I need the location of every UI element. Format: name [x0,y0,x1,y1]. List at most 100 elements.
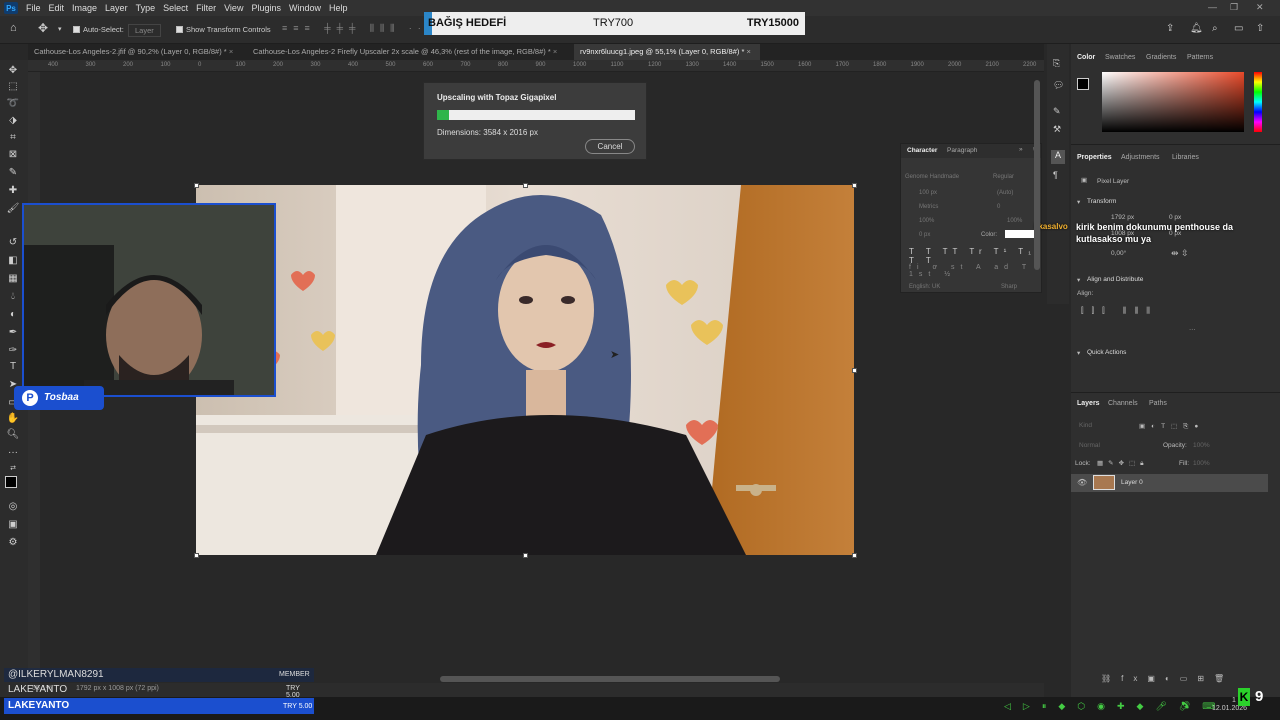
tab-document-1[interactable]: Cathouse-Los Angeles-2.jfif @ 90,2% (Lay… [28,44,246,60]
vertical-scale-field[interactable]: 100% [919,218,934,224]
tab-patterns[interactable]: Patterns [1187,54,1213,61]
visibility-eye-icon[interactable]: 👁︎ [1077,478,1087,487]
align-section[interactable]: Align and Distribute [1087,276,1143,283]
x-field[interactable]: 0 px [1169,214,1181,221]
zoom-tool-icon[interactable]: 🔍︎ [6,428,20,442]
chevron-down-icon[interactable]: ▾ [1077,276,1080,284]
layer-row[interactable]: 👁︎ Layer 0 [1071,474,1268,492]
tab-paths[interactable]: Paths [1149,400,1167,407]
comment-icon[interactable]: 💬︎ [1053,80,1064,91]
more-tools-icon[interactable]: ··· [6,446,20,460]
bell-icon[interactable]: 🔔︎ [1190,23,1203,34]
workspace-icon[interactable]: ▭ [1234,23,1243,34]
photoshop-logo-icon[interactable]: Ps [4,2,18,14]
share-upload-icon[interactable]: ⇧ [1256,23,1264,34]
dodge-tool-icon[interactable]: ◐ [6,308,20,322]
menu-select[interactable]: Select [163,3,188,13]
pen-path-icon[interactable]: ✑ [6,344,20,358]
menu-image[interactable]: Image [72,3,97,13]
home-icon[interactable]: ⌂ [10,22,17,34]
fill-field[interactable]: 100% [1193,460,1210,467]
transform-handle[interactable] [523,553,528,558]
close-icon[interactable]: × [229,47,233,56]
opacity-field[interactable]: 100% [1193,442,1210,449]
healing-brush-icon[interactable]: ✚ [6,184,20,198]
tab-adjustments[interactable]: Adjustments [1121,154,1160,161]
search-icon[interactable]: ⌕ [1212,23,1218,34]
color-foreground-swatch[interactable] [1077,78,1089,90]
lasso-tool-icon[interactable]: ➰ [6,97,20,111]
transform-section[interactable]: Transform [1087,198,1116,205]
transform-handle[interactable] [523,183,528,188]
menu-type[interactable]: Type [136,3,156,13]
antialias-field[interactable]: Sharp [1001,284,1017,290]
move-tool-icon[interactable]: ✥ [38,21,48,35]
adjust-icon[interactable]: ⚒ [1053,124,1061,135]
maximize-icon[interactable]: ❐ [1230,2,1238,13]
horizontal-scale-field[interactable]: 100% [1007,218,1022,224]
show-transform-checkbox[interactable]: Show Transform Controls [176,25,271,34]
menu-edit[interactable]: Edit [49,3,65,13]
brush-tool-icon[interactable]: 🖌︎ [6,202,20,216]
chevron-down-icon[interactable]: ▾ [58,25,62,33]
history-icon[interactable]: ⎘ [1053,58,1060,69]
character-panel-icon[interactable]: A [1051,150,1065,164]
foreground-color-swatch[interactable] [5,476,17,488]
font-family-field[interactable]: Genome Handmade [905,174,959,180]
blend-mode-dropdown[interactable]: Normal [1079,442,1100,449]
close-icon[interactable]: ✕ [1256,2,1264,13]
font-size-field[interactable]: 100 px [919,190,937,196]
gradient-tool-icon[interactable]: ▦ [6,272,20,286]
blur-tool-icon[interactable]: 💧︎ [6,290,20,304]
layer-name[interactable]: Layer 0 [1121,479,1143,486]
hue-slider[interactable] [1254,72,1262,132]
transform-handle[interactable] [852,553,857,558]
quick-actions-section[interactable]: Quick Actions [1087,349,1126,356]
align-icons[interactable]: ≡≡≡ ╪╪╪ ⫼⫼⫼ ··· [282,23,436,34]
menu-layer[interactable]: Layer [105,3,128,13]
type-tool-icon[interactable]: T [6,360,20,374]
language-field[interactable]: English: UK [909,284,940,290]
marquee-tool-icon[interactable]: ⬚ [6,80,20,94]
menu-view[interactable]: View [224,3,243,13]
screen-mode-icon[interactable]: ▣ [6,518,20,532]
share-icon[interactable]: ⇪ [1166,23,1174,34]
transform-handle[interactable] [852,368,857,373]
tab-swatches[interactable]: Swatches [1105,54,1135,61]
type-style-buttons[interactable]: T T TT Tr T¹ T₁ T T [909,247,1041,265]
width-field[interactable]: 1792 px [1111,214,1134,221]
menu-plugins[interactable]: Plugins [251,3,281,13]
minimize-icon[interactable]: — [1208,2,1217,12]
object-select-icon[interactable]: ⬗ [6,114,20,128]
transform-handle[interactable] [852,183,857,188]
artboard-icon[interactable]: ⚙ [6,536,20,550]
transform-handle[interactable] [194,183,199,188]
leading-field[interactable]: (Auto) [997,190,1013,196]
auto-select-checkbox[interactable]: Auto-Select: [73,25,124,34]
menu-help[interactable]: Help [329,3,348,13]
font-style-field[interactable]: Regular [993,174,1014,180]
brush-settings-icon[interactable]: ✎ [1053,106,1061,117]
tab-properties[interactable]: Properties [1077,154,1112,161]
transform-handle[interactable] [194,553,199,558]
chevron-down-icon[interactable]: ▾ [1077,349,1080,357]
cancel-button[interactable]: Cancel [585,139,635,154]
tab-paragraph[interactable]: Paragraph [947,147,977,154]
auto-select-dropdown[interactable]: Layer [128,24,161,37]
vertical-scrollbar[interactable] [1034,80,1040,270]
tab-gradients[interactable]: Gradients [1146,54,1176,61]
tab-libraries[interactable]: Libraries [1172,154,1199,161]
hand-tool-icon[interactable]: ✋ [6,412,20,426]
document-image[interactable] [196,185,854,555]
pen-tool-icon[interactable]: ✒ [6,326,20,340]
tab-channels[interactable]: Channels [1108,400,1138,407]
flip-icons[interactable]: ⇹ ⇳ [1171,248,1189,259]
more-options-icon[interactable]: ··· [1189,326,1196,333]
layer-footer-icons[interactable]: ⛓fx▣◐▭⊞🗑︎ [1101,674,1234,683]
menu-file[interactable]: File [26,3,41,13]
move-tool-icon[interactable]: ✥ [6,64,20,78]
paragraph-panel-icon[interactable]: ¶ [1053,170,1058,180]
menu-window[interactable]: Window [289,3,321,13]
align-buttons[interactable]: ⫿⫿⫿ ⫼⫼⫼ [1081,306,1158,316]
kerning-field[interactable]: Metrics [919,204,938,210]
